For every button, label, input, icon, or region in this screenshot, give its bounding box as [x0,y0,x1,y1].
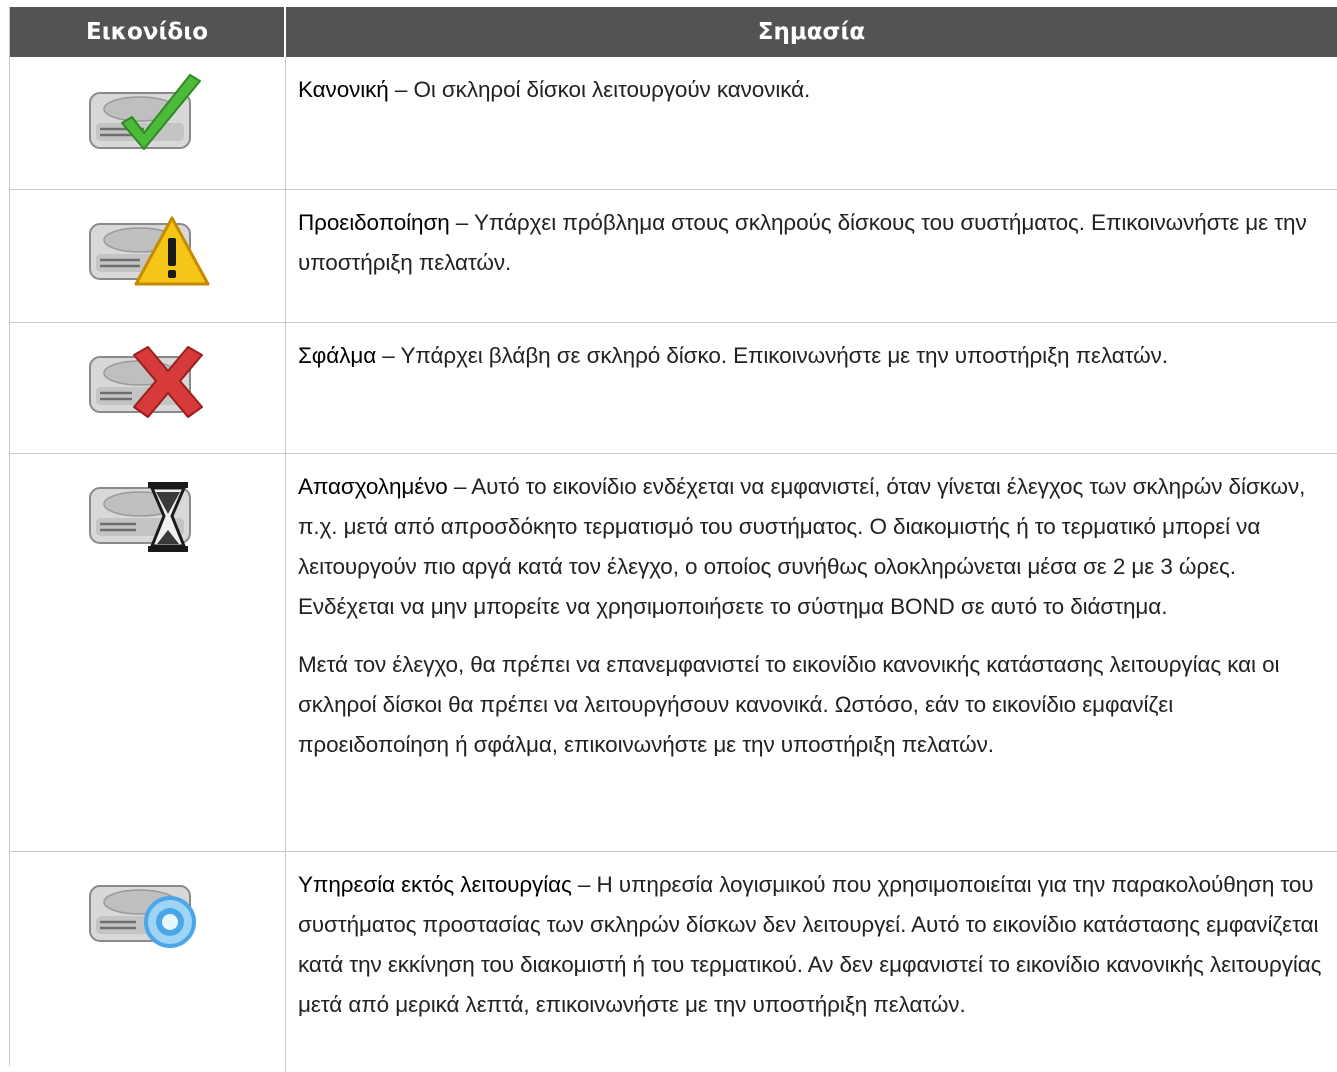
header-meaning-column: Σημασία [757,19,866,45]
meaning-cell: Υπηρεσία εκτός λειτουργίας – Η υπηρεσία … [286,852,1337,1072]
header-icon-column: Εικονίδιο [10,7,286,57]
status-description: Οι σκληροί δίσκοι λειτουργούν κανονικά. [413,77,811,102]
separator: – [449,210,474,235]
table-row: Απασχολημένο – Αυτό το εικονίδιο ενδέχετ… [10,454,1337,852]
icon-cell [10,454,286,851]
table-row: Προειδοποίηση – Υπάρχει πρόβλημα στους σ… [10,190,1337,323]
status-term: Υπηρεσία εκτός λειτουργίας [298,872,572,897]
disk-error-icon [89,346,203,418]
icon-cell [10,323,286,453]
status-term: Κανονική [298,77,389,102]
separator: – [571,872,597,897]
status-term: Απασχολημένο [298,474,448,499]
disk-service-off-icon [89,885,196,948]
disk-warning-icon [89,216,210,286]
separator: – [388,77,414,102]
status-term: Προειδοποίηση [298,210,450,235]
disk-ok-icon [89,74,201,150]
meaning-cell: Απασχολημένο – Αυτό το εικονίδιο ενδέχετ… [286,454,1337,851]
separator: – [447,474,472,499]
meaning-cell: Σφάλμα – Υπάρχει βλάβη σε σκληρό δίσκο. … [286,323,1337,453]
icon-cell [10,57,286,189]
status-description-followup: Μετά τον έλεγχο, θα πρέπει να επανεμφανι… [298,652,1280,757]
meaning-cell: Προειδοποίηση – Υπάρχει πρόβλημα στους σ… [286,190,1337,322]
table-header: Εικονίδιο Σημασία [10,7,1337,57]
separator: – [376,343,401,368]
table-row: Σφάλμα – Υπάρχει βλάβη σε σκληρό δίσκο. … [10,323,1337,454]
icon-cell [10,190,286,322]
table-row: Κανονική – Οι σκληροί δίσκοι λειτουργούν… [10,57,1337,190]
table-row: Υπηρεσία εκτός λειτουργίας – Η υπηρεσία … [10,852,1337,1072]
meaning-cell: Κανονική – Οι σκληροί δίσκοι λειτουργούν… [286,57,1337,189]
status-description: Υπάρχει βλάβη σε σκληρό δίσκο. Επικοινων… [400,343,1168,368]
status-term: Σφάλμα [298,343,377,368]
status-icon-table: Εικονίδιο Σημασία Κανονική – Οι σκληροί … [9,7,1337,1072]
icon-cell [10,852,286,1072]
disk-busy-icon [89,482,191,552]
